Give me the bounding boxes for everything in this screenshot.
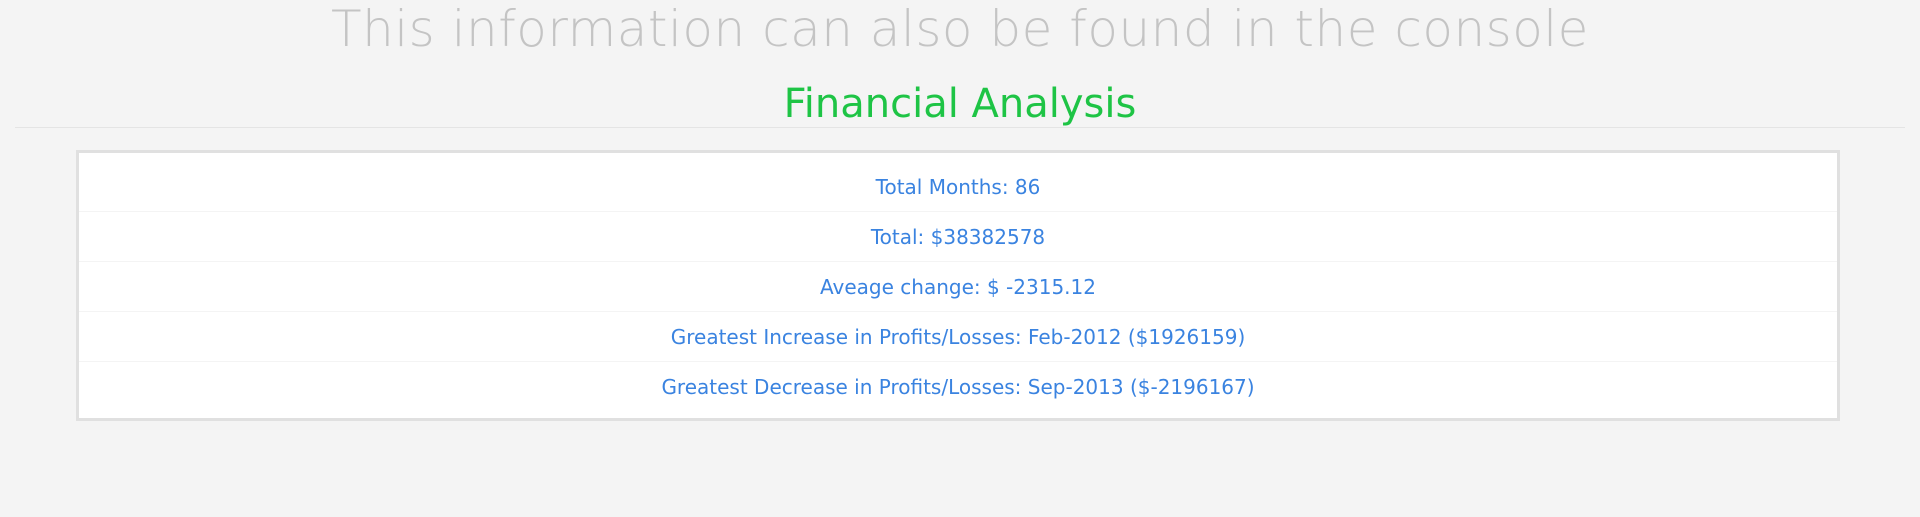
financial-summary-panel: Total Months: 86 Total: $38382578 Aveage… xyxy=(76,150,1840,421)
summary-greatest-increase: Greatest Increase in Profits/Losses: Feb… xyxy=(79,312,1837,362)
summary-total: Total: $38382578 xyxy=(79,212,1837,262)
title-divider xyxy=(15,127,1905,128)
console-note-heading: This information can also be found in th… xyxy=(331,0,1589,58)
page: This information can also be found in th… xyxy=(0,0,1920,517)
page-title: Financial Analysis xyxy=(783,81,1137,127)
summary-greatest-decrease: Greatest Decrease in Profits/Losses: Sep… xyxy=(661,375,1255,399)
summary-average-change: Aveage change: $ -2315.12 xyxy=(79,262,1837,312)
summary-total-months: Total Months: 86 xyxy=(79,162,1837,212)
